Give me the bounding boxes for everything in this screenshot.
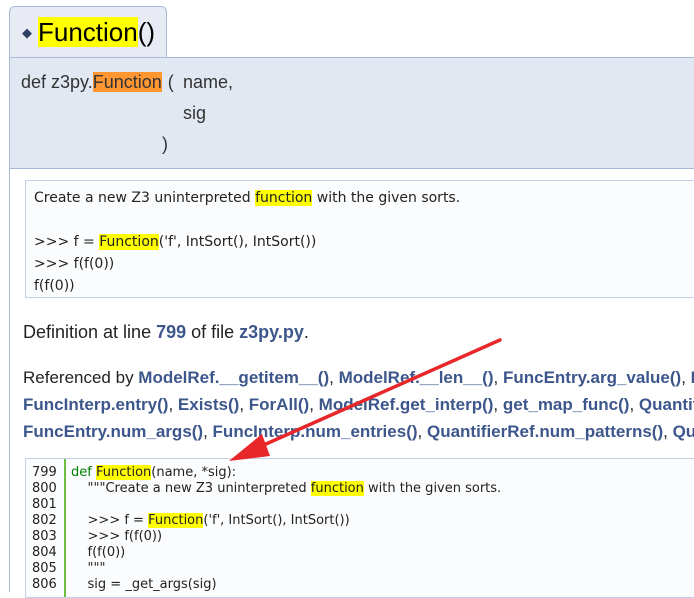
line-number[interactable]: 800 — [32, 481, 57, 496]
line-number[interactable]: 799 — [32, 465, 57, 480]
code-line-803: >>> f(f(0)) — [71, 529, 163, 544]
ref-link[interactable]: ModelRef.get_interp() — [319, 395, 494, 414]
ref-link[interactable]: ModelRef.__getitem__() — [138, 368, 329, 387]
code-line-802: >>> f = Function('f', IntSort(), IntSort… — [71, 513, 350, 528]
ref-link[interactable]: ForAll() — [249, 395, 309, 414]
code-line-799: def Function(name, *sig): — [71, 465, 236, 480]
line-number[interactable]: 802 — [32, 513, 57, 528]
line-number[interactable]: 804 — [32, 545, 57, 560]
ref-link[interactable]: Quantifi — [639, 395, 694, 414]
docstring-text: ('f', IntSort(), IntSort()) — [158, 234, 317, 250]
docstring-line-1: Create a new Z3 uninterpreted function w… — [34, 190, 460, 206]
prototype-param-name: name, — [183, 72, 234, 92]
definition-middle: of file — [186, 322, 240, 342]
code-text: (name, *sig): — [151, 465, 237, 480]
search-highlight: function — [255, 190, 313, 206]
ref-link[interactable]: FuncInterp.num_entries() — [213, 422, 418, 441]
line-number[interactable]: 803 — [32, 529, 57, 544]
ref-link[interactable]: FuncInterp.entry() — [23, 395, 168, 414]
prototype-signature: def z3py.Function( — [21, 72, 174, 93]
diamond-icon: ◆ — [22, 24, 32, 40]
ref-link[interactable]: get_map_func() — [503, 395, 630, 414]
docstring-line-2: >>> f = Function('f', IntSort(), IntSort… — [34, 234, 316, 250]
docstring-text: >>> f = — [34, 234, 100, 250]
prototype-open-paren: ( — [167, 72, 174, 92]
docstring-text: Create a new Z3 uninterpreted — [34, 190, 256, 206]
ref-link[interactable]: FuncEntry.num_args() — [23, 422, 203, 441]
code-line-804: f(f(0)) — [71, 545, 126, 560]
references-row-3: FuncEntry.num_args(), FuncInterp.num_ent… — [23, 422, 694, 442]
docstring-box: Create a new Z3 uninterpreted function w… — [25, 180, 694, 298]
code-listing: 799 800 801 802 803 804 805 806 def Func… — [25, 458, 694, 598]
prototype-function-name: Function — [92, 72, 162, 92]
search-highlight: Function — [99, 234, 159, 250]
member-prototype: def z3py.Function( name, sig ) — [9, 57, 694, 169]
ref-link[interactable]: Qua — [673, 422, 694, 441]
docstring-line-3: >>> f(f(0)) — [34, 256, 115, 272]
search-highlight: Function — [148, 513, 204, 528]
ref-link[interactable]: Fu — [691, 368, 694, 387]
search-highlight: function — [310, 481, 364, 496]
code-keyword: def — [71, 465, 96, 480]
code-string: >>> f = — [71, 513, 149, 528]
code-string: """Create a new Z3 uninterpreted — [71, 481, 311, 496]
definition-suffix: . — [303, 322, 309, 342]
code-line-806: sig = _get_args(sig) — [71, 577, 217, 592]
ref-link[interactable]: FuncEntry.arg_value() — [503, 368, 681, 387]
ref-link[interactable]: Exists() — [178, 395, 239, 414]
prototype-param-sig: sig — [183, 103, 207, 123]
line-number[interactable]: 806 — [32, 577, 57, 592]
prototype-close-paren: ) — [162, 134, 168, 154]
line-number[interactable]: 801 — [32, 497, 57, 512]
references-row-1: Referenced by ModelRef.__getitem__(), Mo… — [23, 368, 694, 388]
code-line-805: """ — [71, 561, 106, 576]
member-title-tab: ◆ Function() — [9, 6, 167, 58]
references-label: Referenced by — [23, 368, 139, 387]
line-number[interactable]: 805 — [32, 561, 57, 576]
code-string: with the given sorts. — [363, 481, 502, 496]
ref-link[interactable]: QuantifierRef.num_patterns() — [427, 422, 663, 441]
docstring-text: with the given sorts. — [312, 190, 461, 206]
definition-line: Definition at line 799 of file z3py.py. — [23, 322, 309, 343]
definition-file-link[interactable]: z3py.py — [239, 322, 304, 342]
member-title: Function() — [38, 17, 155, 48]
docstring-line-4: f(f(0)) — [34, 278, 75, 294]
references-row-2: FuncInterp.entry(), Exists(), ForAll(), … — [23, 395, 694, 415]
member-title-name: Function — [38, 17, 138, 47]
member-title-parens: () — [137, 17, 156, 47]
definition-line-link[interactable]: 799 — [156, 322, 186, 342]
code-line-800: """Create a new Z3 uninterpreted functio… — [71, 481, 501, 496]
prototype-prefix: def z3py. — [21, 72, 93, 92]
ref-link[interactable]: ModelRef.__len__() — [339, 368, 494, 387]
definition-prefix: Definition at line — [23, 322, 157, 342]
search-highlight: Function — [95, 465, 152, 480]
code-string: ('f', IntSort(), IntSort()) — [203, 513, 350, 528]
